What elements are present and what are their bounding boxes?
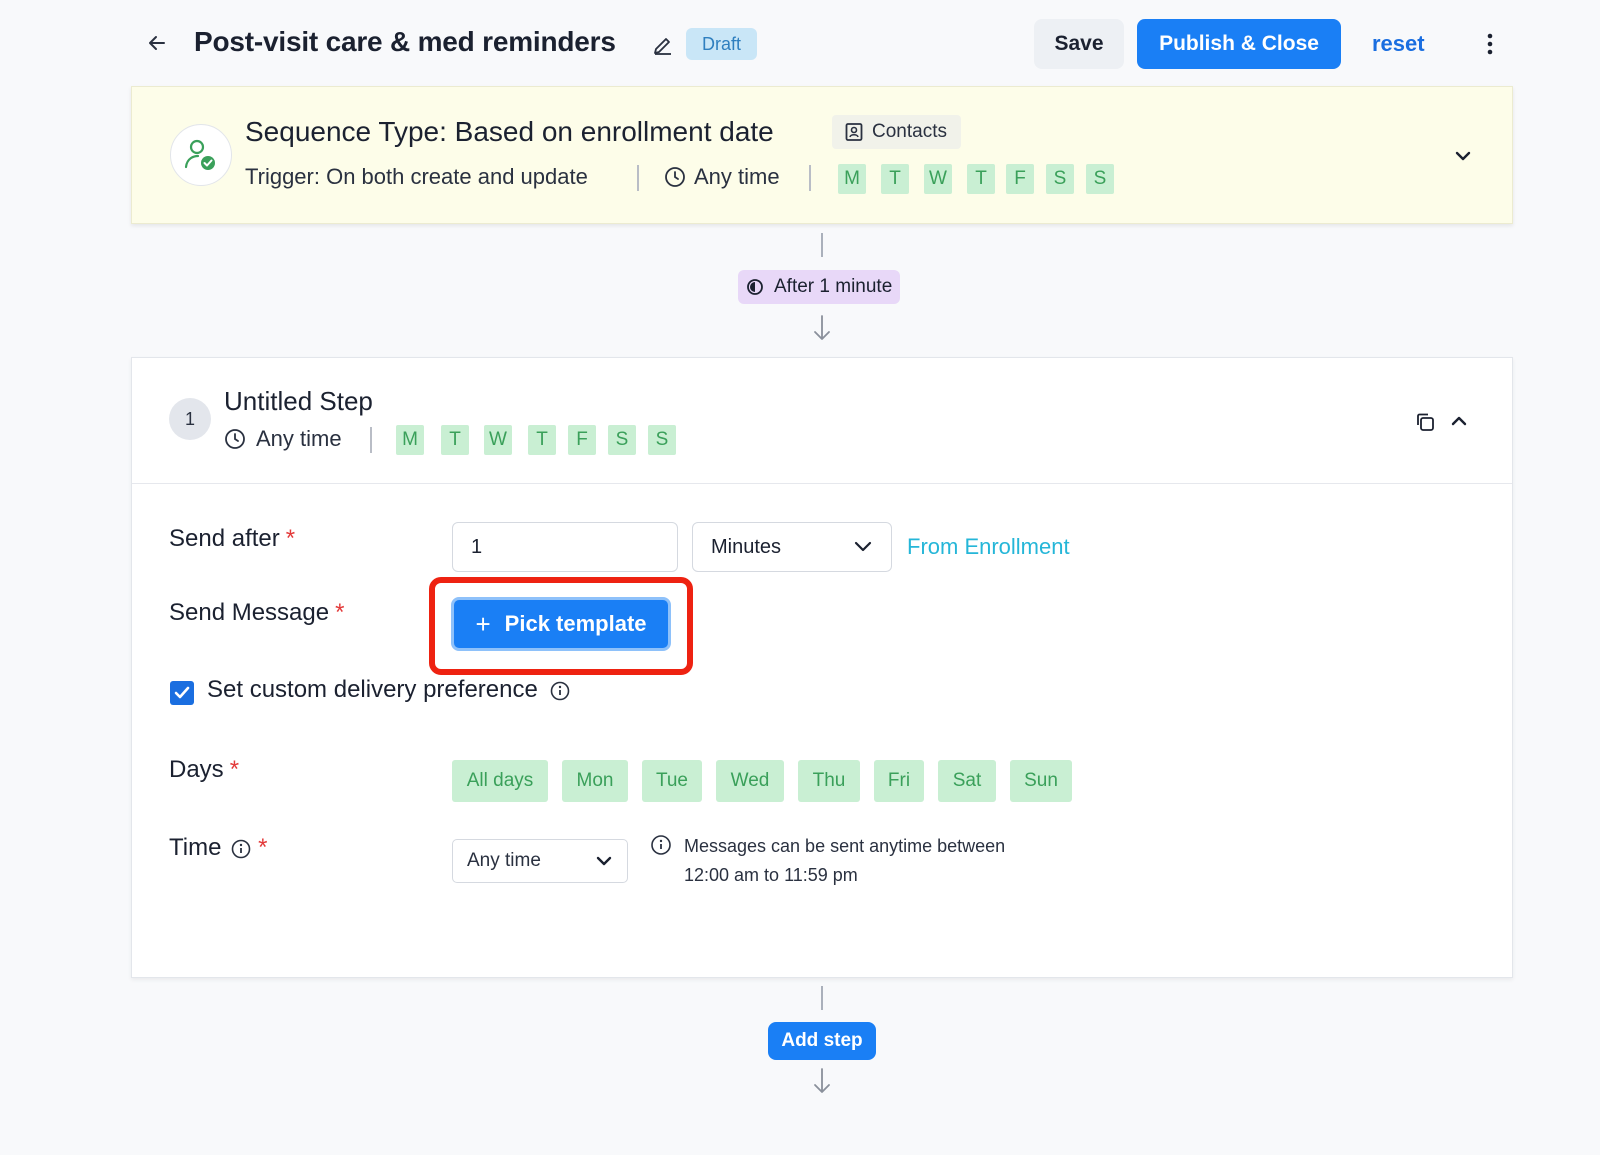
page-header: Post-visit care & med reminders Draft Sa… — [0, 0, 1600, 88]
checkmark-icon — [174, 686, 190, 699]
day-pill: S — [648, 425, 676, 455]
timer-icon — [747, 279, 763, 295]
info-icon[interactable] — [230, 838, 252, 860]
day-option-mon[interactable]: Mon — [562, 760, 628, 802]
delay-label: After 1 minute — [774, 276, 893, 297]
day-pill: S — [1046, 164, 1074, 194]
day-option-fri[interactable]: Fri — [874, 760, 924, 802]
time-info-text: Messages can be sent anytime between 12:… — [684, 832, 1005, 890]
arrow-down-icon — [811, 1067, 833, 1097]
day-option-sun[interactable]: Sun — [1010, 760, 1072, 802]
step-card: 1 Untitled Step Any time M T W T F S S S… — [131, 357, 1513, 978]
chevron-down-icon[interactable] — [1450, 143, 1476, 169]
day-option-all[interactable]: All days — [452, 760, 548, 802]
save-button[interactable]: Save — [1034, 19, 1124, 69]
step-number: 1 — [169, 398, 211, 440]
clock-icon — [664, 166, 686, 193]
day-pill: S — [608, 425, 636, 455]
from-enrollment-text: From Enrollment — [907, 534, 1070, 559]
clock-icon — [224, 428, 246, 455]
pick-template-button[interactable]: + Pick template — [451, 597, 671, 651]
info-icon[interactable] — [549, 680, 571, 702]
status-badge: Draft — [686, 28, 758, 60]
info-icon — [650, 834, 672, 861]
reset-link[interactable]: reset — [1372, 31, 1425, 57]
time-info-line: 12:00 am to 11:59 pm — [684, 865, 858, 885]
chevron-up-icon[interactable] — [1446, 408, 1472, 434]
day-pill: T — [881, 164, 909, 194]
divider — [809, 165, 811, 191]
day-pill: T — [441, 425, 469, 455]
day-pill: T — [528, 425, 556, 455]
sequence-time: Any time — [694, 164, 780, 189]
chevron-down-icon — [596, 856, 612, 866]
add-step-button[interactable]: Add step — [768, 1022, 876, 1060]
publish-close-button[interactable]: Publish & Close — [1137, 19, 1341, 69]
time-select[interactable]: Any time — [452, 839, 628, 883]
day-option-tue[interactable]: Tue — [642, 760, 702, 802]
day-pill: F — [1006, 164, 1034, 194]
duplicate-icon[interactable] — [1413, 410, 1437, 434]
contacts-label: Contacts — [872, 121, 947, 142]
contact-check-icon — [170, 124, 232, 186]
plus-icon: + — [475, 609, 491, 639]
step-time: Any time — [256, 426, 342, 451]
edit-pencil-icon[interactable] — [650, 31, 676, 57]
pick-template-label: Pick template — [504, 611, 647, 636]
custom-delivery-label: Set custom delivery preference — [207, 676, 571, 704]
trigger-text: Trigger: On both create and update — [245, 164, 588, 189]
page-title: Post-visit care & med reminders — [194, 26, 616, 57]
day-pill: F — [568, 425, 596, 455]
back-arrow-icon[interactable] — [144, 30, 170, 56]
day-option-thu[interactable]: Thu — [798, 760, 860, 802]
time-label: Time * — [169, 834, 268, 861]
days-label: Days * — [169, 756, 240, 783]
time-info-line: Messages can be sent anytime between — [684, 836, 1006, 856]
day-option-sat[interactable]: Sat — [938, 760, 996, 802]
more-options-icon[interactable] — [1478, 30, 1502, 58]
day-option-wed[interactable]: Wed — [716, 760, 784, 802]
divider — [370, 427, 372, 453]
sequence-type-card: Sequence Type: Based on enrollment date … — [131, 86, 1513, 224]
day-pill: W — [924, 164, 952, 194]
day-pill: W — [484, 425, 512, 455]
day-pill: M — [838, 164, 866, 194]
send-message-label: Send Message * — [169, 599, 345, 626]
divider — [637, 165, 639, 191]
send-after-input[interactable] — [452, 522, 678, 572]
custom-delivery-checkbox[interactable] — [170, 681, 194, 705]
day-pill: T — [967, 164, 995, 194]
chevron-down-icon — [854, 541, 872, 552]
step-title: Untitled Step — [224, 386, 373, 416]
day-pill: M — [396, 425, 424, 455]
connector-line — [821, 233, 823, 257]
sequence-type-title: Sequence Type: Based on enrollment date — [245, 116, 774, 147]
step-header: 1 Untitled Step Any time M T W T F S S — [132, 358, 1512, 484]
send-after-label: Send after * — [169, 525, 296, 552]
connector-line — [821, 986, 823, 1010]
arrow-down-icon — [811, 314, 833, 344]
contact-card-icon — [845, 123, 863, 141]
day-pill: S — [1086, 164, 1114, 194]
delay-chip: After 1 minute — [738, 270, 901, 304]
time-unit-value: Minutes — [711, 535, 782, 558]
contacts-chip: Contacts — [832, 115, 961, 149]
time-unit-select[interactable]: Minutes — [692, 522, 892, 572]
time-select-value: Any time — [467, 850, 541, 871]
